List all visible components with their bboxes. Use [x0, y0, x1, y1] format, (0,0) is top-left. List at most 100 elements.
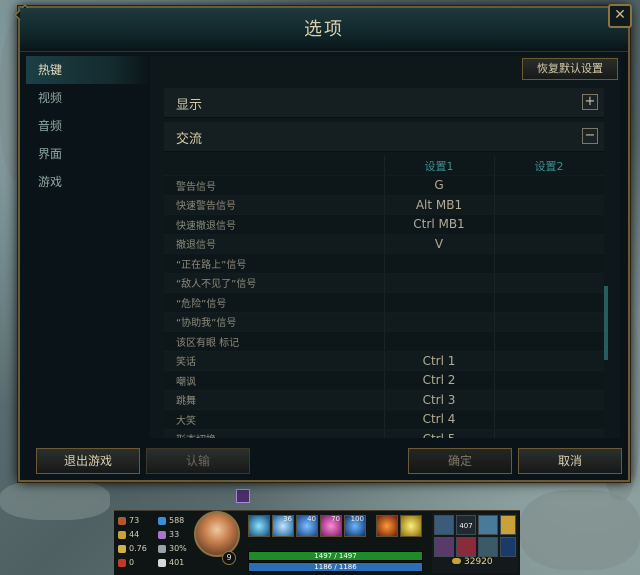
table-row: 快速警告信号 Alt MB1 [164, 195, 604, 215]
key-binding-2[interactable] [494, 292, 604, 313]
confirm-button[interactable]: 确定 [408, 448, 512, 474]
sidebar-item-video[interactable]: 视频 [26, 84, 150, 112]
action-name: 警告信号 [164, 175, 385, 196]
item-slot-icon[interactable] [434, 515, 454, 535]
quit-game-button[interactable]: 退出游戏 [36, 448, 140, 474]
key-binding-1[interactable] [384, 312, 495, 332]
key-binding-2[interactable] [494, 312, 604, 332]
key-binding-2[interactable] [494, 370, 604, 391]
key-binding-2[interactable] [494, 409, 604, 430]
sidebar-item-hotkeys[interactable]: 热键 [26, 56, 150, 84]
armor-stat: 44 [118, 529, 139, 541]
table-row: 快速撤退信号 Ctrl MB1 [164, 214, 604, 235]
buff-icon[interactable] [236, 489, 250, 503]
key-binding-1[interactable]: G [384, 175, 495, 196]
section-display[interactable]: 显示 + [164, 88, 604, 118]
key-binding-1[interactable]: Ctrl 2 [384, 370, 495, 391]
gold-counter: 32920 [452, 557, 493, 567]
action-name: 嘲讽 [164, 370, 385, 391]
table-row: 大笑 Ctrl 4 [164, 409, 604, 430]
table-row: 笑话 Ctrl 1 [164, 351, 604, 371]
key-binding-1[interactable]: V [384, 234, 495, 254]
item-slot-icon[interactable] [478, 537, 498, 557]
restore-defaults-button[interactable]: 恢复默认设置 [522, 58, 618, 80]
trinket-icon[interactable] [500, 515, 516, 535]
key-binding-1[interactable]: Alt MB1 [384, 195, 495, 215]
table-row: “危险”信号 [164, 292, 604, 313]
key-binding-2[interactable] [494, 253, 604, 274]
action-name: “敌人不见了”信号 [164, 273, 385, 293]
hourglass-icon [158, 544, 166, 553]
recall-icon[interactable] [500, 537, 516, 557]
rock-decoration [0, 480, 110, 520]
key-binding-1[interactable]: Ctrl 3 [384, 390, 495, 410]
options-dialog: 选项 ✕ 热键 视频 音频 界面 游戏 恢复默认设置 显示 + 交流 − 设置1… [14, 4, 632, 482]
key-binding-1[interactable]: Ctrl 5 [384, 429, 495, 438]
item-slot-icon[interactable] [478, 515, 498, 535]
action-name: 该区有眼 标记 [164, 331, 385, 352]
orb-icon [158, 530, 166, 539]
key-binding-1[interactable]: Ctrl 1 [384, 351, 495, 371]
action-name: 快速撤退信号 [164, 214, 385, 235]
cancel-button[interactable]: 取消 [518, 448, 622, 474]
crit-stat: 0 [118, 557, 134, 569]
close-button[interactable]: ✕ [608, 4, 632, 28]
scrollbar-thumb[interactable] [604, 286, 608, 360]
surrender-button[interactable]: 认输 [146, 448, 250, 474]
dialog-header: 选项 [20, 8, 628, 52]
column-header-action [164, 156, 385, 176]
skill-e-icon[interactable]: 70 [320, 515, 342, 537]
key-binding-2[interactable] [494, 234, 604, 254]
skill-r-icon[interactable]: 100 [344, 515, 366, 537]
item-slot-icon[interactable] [456, 537, 476, 557]
summoner-ignite-icon[interactable] [376, 515, 398, 537]
hotkeys-scroll-area[interactable]: 显示 + 交流 − 设置1 设置2 警告信号 G 快速警告信号 Alt MB1 … [164, 88, 604, 438]
key-binding-2[interactable] [494, 390, 604, 410]
collapse-icon[interactable]: − [582, 128, 598, 144]
gold-icon [452, 558, 461, 564]
key-binding-1[interactable]: Ctrl MB1 [384, 214, 495, 235]
key-binding-2[interactable] [494, 429, 604, 438]
item-slot-icon[interactable]: 407 [456, 515, 476, 535]
item-slot-icon[interactable] [434, 537, 454, 557]
key-binding-2[interactable] [494, 195, 604, 215]
options-sidebar: 热键 视频 音频 界面 游戏 [26, 56, 150, 436]
sidebar-item-game[interactable]: 游戏 [26, 168, 150, 196]
boot-icon [158, 558, 166, 567]
expand-icon[interactable]: + [582, 94, 598, 110]
table-row: 跳舞 Ctrl 3 [164, 390, 604, 410]
dialog-title: 选项 [304, 19, 344, 40]
summoner-flash-icon[interactable] [400, 515, 422, 537]
key-binding-1[interactable] [384, 253, 495, 274]
item-inventory: 407 32920 [432, 513, 518, 573]
table-row: “正在路上”信号 [164, 253, 604, 274]
key-binding-1[interactable] [384, 292, 495, 313]
action-name: 大笑 [164, 409, 385, 430]
key-binding-1[interactable] [384, 273, 495, 293]
key-binding-2[interactable] [494, 351, 604, 371]
section-communication[interactable]: 交流 − [164, 122, 604, 152]
skill-w-icon[interactable]: 40 [296, 515, 318, 537]
mana-bar: 1186 / 1186 [248, 562, 423, 572]
speed-icon [118, 544, 126, 553]
hotkeys-panel: 恢复默认设置 显示 + 交流 − 设置1 设置2 警告信号 G 快速警告信号 A… [150, 56, 620, 438]
sidebar-item-audio[interactable]: 音频 [26, 112, 150, 140]
passive-skill-icon[interactable] [248, 515, 270, 537]
key-binding-2[interactable] [494, 273, 604, 293]
scrollbar[interactable] [604, 136, 608, 436]
skill-q-icon[interactable]: 36 [272, 515, 294, 537]
key-binding-2[interactable] [494, 331, 604, 352]
column-header-setting1: 设置1 [384, 156, 495, 176]
key-binding-1[interactable] [384, 331, 495, 352]
key-binding-2[interactable] [494, 175, 604, 196]
crit-icon [118, 558, 126, 567]
champion-portrait[interactable] [194, 511, 240, 557]
key-binding-1[interactable]: Ctrl 4 [384, 409, 495, 430]
table-row: 撤退信号 V [164, 234, 604, 254]
champion-level: 9 [222, 551, 236, 565]
column-header-setting2: 设置2 [494, 156, 604, 176]
champion-hud: 73 588 44 33 0.76 30% 0 401 9 36 40 70 1… [114, 510, 520, 575]
sidebar-item-interface[interactable]: 界面 [26, 140, 150, 168]
key-binding-2[interactable] [494, 214, 604, 235]
table-row: 嘲讽 Ctrl 2 [164, 370, 604, 391]
